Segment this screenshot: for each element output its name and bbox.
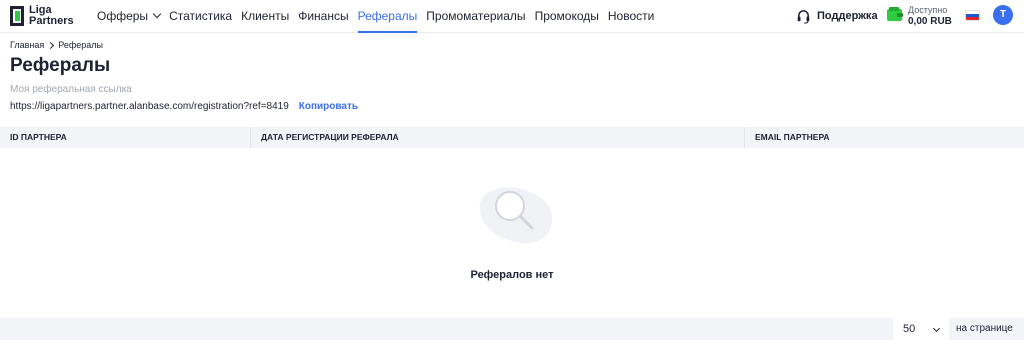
empty-search-icon: [479, 187, 553, 244]
column-header-registration-date[interactable]: ДАТА РЕГИСТРАЦИИ РЕФЕРАЛА: [250, 127, 744, 148]
pagination-bar: 50 на странице: [0, 318, 1024, 340]
copy-link-button[interactable]: Копировать: [299, 101, 358, 112]
empty-state-text: Рефералов нет: [470, 269, 554, 281]
nav-item-offers[interactable]: Офферы: [97, 0, 162, 33]
table-header: ID ПАРТНЕРА ДАТА РЕГИСТРАЦИИ РЕФЕРАЛА EM…: [0, 127, 1024, 148]
breadcrumb: Главная Рефералы: [10, 40, 103, 50]
per-page-select[interactable]: 50: [893, 318, 949, 340]
nav-item-promo-materials[interactable]: Промоматериалы: [426, 0, 525, 33]
chevron-right-icon: [47, 41, 55, 49]
nav-item-label: Промокоды: [534, 9, 599, 23]
column-header-partner-email[interactable]: EMAIL ПАРТНЕРА: [744, 127, 1024, 148]
russian-flag-icon[interactable]: [965, 10, 980, 21]
balance-value: 0,00 RUB: [908, 16, 952, 27]
nav-item-label: Новости: [607, 9, 655, 23]
balance-block[interactable]: Доступно 0,00 RUB: [908, 5, 952, 28]
nav-item-label: Статистика: [169, 9, 233, 23]
main-nav: Офферы Статистика Клиенты Финансы Рефера…: [97, 0, 663, 33]
per-page-label: на странице: [956, 323, 1013, 334]
balance-label: Доступно: [908, 5, 948, 15]
nav-item-label: Финансы: [298, 9, 349, 23]
support-label: Поддержка: [817, 10, 878, 22]
support-button[interactable]: Поддержка: [796, 8, 878, 24]
nav-item-promo-codes[interactable]: Промокоды: [535, 0, 599, 33]
top-navbar: Liga Partners Офферы Статистика Клиенты …: [0, 0, 1024, 33]
nav-item-label: Промоматериалы: [426, 9, 526, 23]
chevron-down-icon: [932, 324, 941, 333]
nav-item-label: Рефералы: [357, 9, 418, 23]
nav-item-label: Офферы: [97, 9, 149, 23]
avatar[interactable]: T: [993, 5, 1013, 25]
page-title: Рефералы: [10, 55, 111, 76]
nav-item-referrals[interactable]: Рефералы: [357, 0, 418, 33]
referral-link-row: https://ligapartners.partner.alanbase.co…: [10, 101, 358, 112]
nav-item-clients[interactable]: Клиенты: [241, 0, 289, 33]
chevron-down-icon: [152, 9, 162, 19]
logo-mark-icon: [10, 6, 24, 26]
nav-item-finance[interactable]: Финансы: [298, 0, 348, 33]
breadcrumb-current: Рефералы: [58, 40, 104, 50]
nav-item-news[interactable]: Новости: [608, 0, 654, 33]
breadcrumb-home-link[interactable]: Главная: [10, 40, 44, 50]
logo-text: Liga Partners: [29, 5, 74, 27]
liga-partners-logo[interactable]: Liga Partners: [10, 4, 82, 29]
logo-line-2: Partners: [29, 15, 74, 27]
headset-icon: [797, 9, 810, 24]
referral-link-label: Моя реферальная ссылка: [10, 84, 132, 95]
nav-item-label: Клиенты: [241, 9, 290, 23]
wallet-icon: [887, 7, 903, 21]
referral-link-url: https://ligapartners.partner.alanbase.co…: [10, 101, 289, 112]
nav-item-statistics[interactable]: Статистика: [169, 0, 232, 33]
per-page-value: 50: [903, 323, 916, 335]
column-header-partner-id[interactable]: ID ПАРТНЕРА: [0, 127, 250, 148]
